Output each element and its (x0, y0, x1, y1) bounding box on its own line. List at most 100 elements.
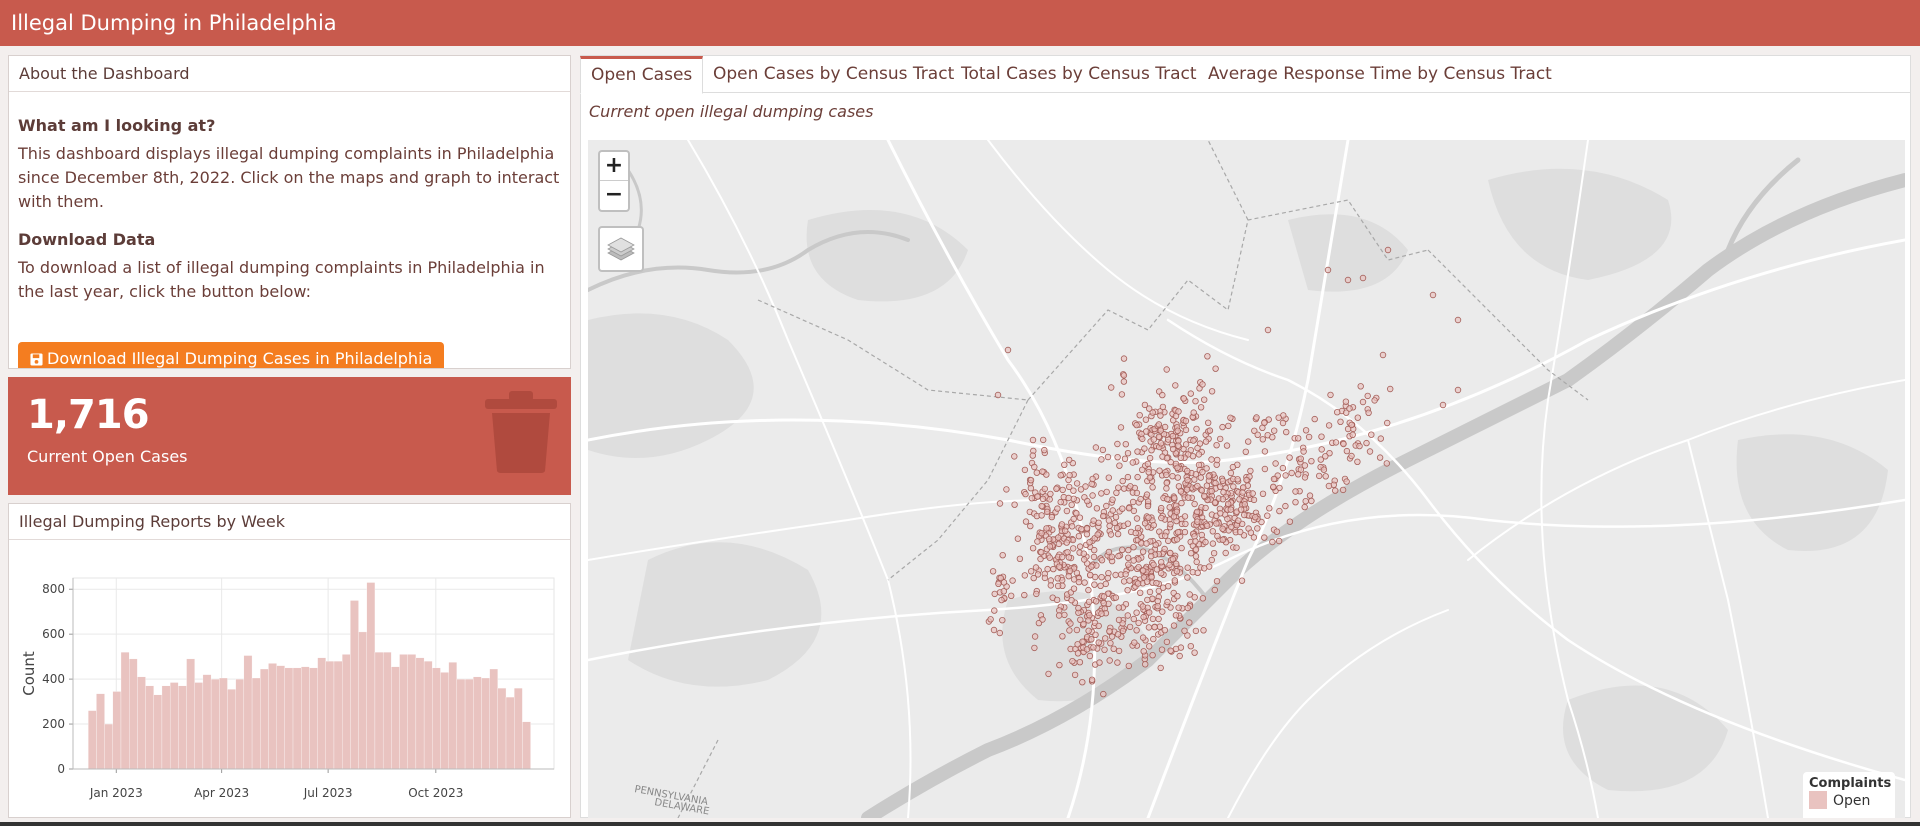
complaint-point[interactable] (1083, 646, 1091, 653)
complaint-point[interactable] (1088, 480, 1095, 488)
complaint-point[interactable] (1120, 485, 1128, 492)
complaint-point[interactable] (1371, 397, 1378, 404)
complaint-point[interactable] (1167, 549, 1174, 557)
complaint-point[interactable] (1120, 355, 1128, 362)
complaint-point[interactable] (1064, 549, 1071, 556)
complaint-point[interactable] (1276, 484, 1283, 492)
complaint-point[interactable] (1047, 582, 1054, 589)
complaint-point[interactable] (1105, 474, 1112, 481)
complaint-point[interactable] (1219, 423, 1226, 431)
complaint-point[interactable] (1144, 502, 1152, 510)
complaint-point[interactable] (1061, 461, 1068, 468)
complaint-point[interactable] (1325, 482, 1333, 490)
complaint-point[interactable] (1155, 615, 1162, 623)
complaint-point[interactable] (1063, 507, 1071, 515)
complaint-point[interactable] (1150, 561, 1157, 568)
complaint-point[interactable] (1208, 556, 1215, 564)
complaint-point[interactable] (1250, 496, 1258, 504)
complaint-point[interactable] (1149, 652, 1156, 659)
complaint-point[interactable] (1056, 661, 1063, 669)
complaint-point[interactable] (1264, 512, 1271, 519)
complaint-point[interactable] (1219, 536, 1226, 543)
complaint-point[interactable] (1112, 594, 1119, 601)
complaint-point[interactable] (1174, 464, 1181, 471)
complaint-point[interactable] (1377, 435, 1384, 442)
complaint-point[interactable] (1135, 619, 1142, 627)
complaint-point[interactable] (1044, 565, 1051, 573)
complaint-point[interactable] (1191, 649, 1198, 656)
complaint-point[interactable] (1163, 471, 1170, 479)
complaint-point[interactable] (1092, 598, 1100, 605)
complaint-point[interactable] (1083, 531, 1091, 538)
complaint-point[interactable] (1120, 378, 1128, 385)
complaint-point[interactable] (1081, 579, 1088, 586)
complaint-point[interactable] (1139, 466, 1146, 473)
complaint-point[interactable] (1070, 576, 1078, 583)
complaint-point[interactable] (1100, 690, 1107, 698)
complaint-point[interactable] (1022, 490, 1029, 498)
complaint-point[interactable] (1043, 525, 1050, 532)
complaint-point[interactable] (1038, 512, 1045, 519)
complaint-point[interactable] (1190, 409, 1197, 416)
complaint-point[interactable] (1033, 590, 1040, 598)
complaint-point[interactable] (1149, 595, 1156, 602)
complaint-point[interactable] (1040, 436, 1047, 444)
complaint-point[interactable] (1261, 448, 1269, 455)
complaint-point[interactable] (1174, 593, 1181, 600)
complaint-point[interactable] (1148, 574, 1155, 581)
complaint-point[interactable] (1149, 615, 1157, 623)
complaint-point[interactable] (1038, 502, 1045, 510)
complaint-point[interactable] (1219, 477, 1226, 484)
complaint-point[interactable] (1144, 460, 1152, 468)
complaint-point[interactable] (1334, 409, 1341, 416)
complaint-point[interactable] (1029, 452, 1036, 459)
complaint-point[interactable] (1004, 346, 1012, 354)
complaint-point[interactable] (1271, 427, 1278, 434)
complaint-point[interactable] (1295, 471, 1302, 478)
complaint-point[interactable] (1282, 502, 1289, 510)
complaint-point[interactable] (1368, 431, 1375, 438)
complaint-point[interactable] (1093, 505, 1101, 512)
complaint-point[interactable] (1164, 495, 1171, 503)
complaint-point[interactable] (1090, 517, 1097, 524)
complaint-point[interactable] (1158, 514, 1165, 522)
complaint-point[interactable] (1131, 639, 1138, 646)
complaint-point[interactable] (1119, 477, 1126, 485)
complaint-point[interactable] (1132, 529, 1139, 537)
complaint-point[interactable] (1065, 494, 1072, 502)
complaint-point[interactable] (1125, 554, 1132, 561)
complaint-point[interactable] (1192, 627, 1200, 635)
complaint-point[interactable] (1157, 412, 1164, 419)
complaint-point[interactable] (1175, 442, 1182, 449)
complaint-point[interactable] (1124, 587, 1131, 594)
complaint-point[interactable] (1146, 474, 1154, 481)
complaint-point[interactable] (1129, 459, 1136, 466)
complaint-point[interactable] (1057, 498, 1064, 506)
complaint-point[interactable] (1122, 571, 1129, 578)
complaint-point[interactable] (1162, 532, 1169, 539)
complaint-point[interactable] (1073, 626, 1081, 634)
complaint-point[interactable] (1154, 597, 1161, 605)
complaint-point[interactable] (996, 500, 1004, 507)
complaint-point[interactable] (991, 607, 998, 614)
complaint-point[interactable] (1208, 456, 1215, 463)
complaint-point[interactable] (1177, 488, 1185, 495)
complaint-point[interactable] (1134, 448, 1141, 455)
complaint-point[interactable] (1146, 588, 1154, 596)
complaint-point[interactable] (1070, 545, 1077, 552)
complaint-point[interactable] (1292, 499, 1299, 506)
complaint-point[interactable] (1176, 652, 1183, 660)
complaint-point[interactable] (1073, 480, 1081, 487)
complaint-point[interactable] (1186, 591, 1193, 598)
complaint-point[interactable] (1141, 520, 1149, 527)
complaint-point[interactable] (1124, 612, 1131, 619)
complaint-point[interactable] (1098, 610, 1105, 617)
complaint-point[interactable] (1089, 475, 1096, 483)
complaint-point[interactable] (1158, 504, 1165, 512)
complaint-point[interactable] (1029, 436, 1037, 444)
complaint-point[interactable] (1108, 384, 1115, 391)
complaint-point[interactable] (1100, 593, 1108, 600)
complaint-point[interactable] (1156, 467, 1163, 474)
complaint-point[interactable] (1167, 521, 1174, 528)
complaint-point[interactable] (1032, 564, 1040, 571)
